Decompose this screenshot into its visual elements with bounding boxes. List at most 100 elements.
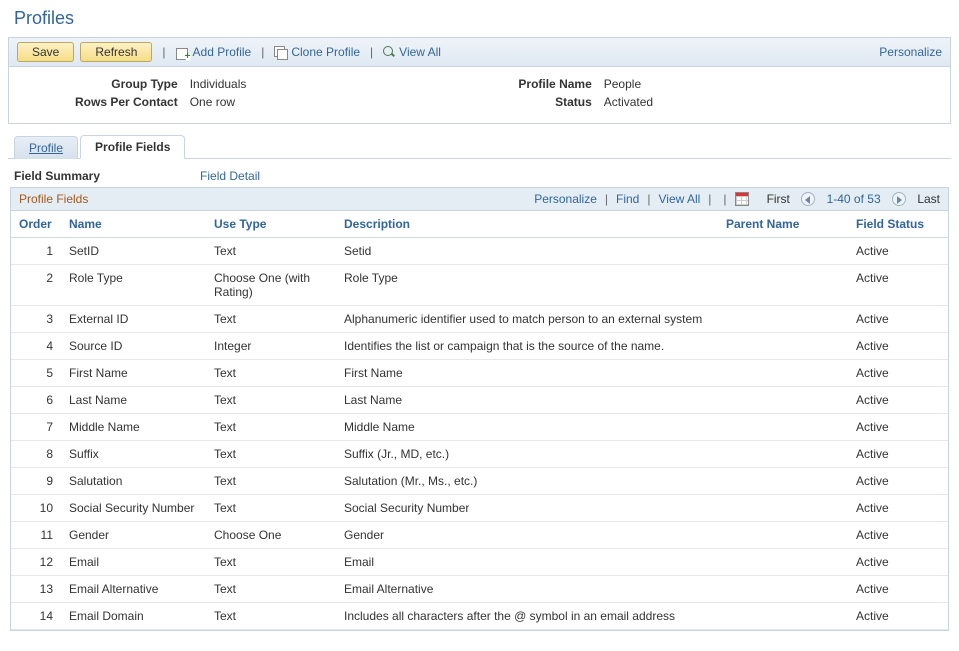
cell-parent-name [718,495,848,522]
cell-name[interactable]: Email [61,549,206,576]
save-button[interactable]: Save [17,42,74,62]
col-order-header[interactable]: Order [11,211,61,238]
cell-name[interactable]: Middle Name [61,414,206,441]
cell-name[interactable]: Last Name [61,387,206,414]
table-row: 2Role TypeChoose One (with Rating)Role T… [11,265,948,306]
grid-first-link[interactable]: First [767,192,790,206]
cell-parent-name [718,522,848,549]
col-parent-name-header[interactable]: Parent Name [718,211,848,238]
col-description-header[interactable]: Description [336,211,718,238]
cell-description: Setid [336,238,718,265]
cell-description: Social Security Number [336,495,718,522]
cell-name[interactable]: External ID [61,306,206,333]
prev-page-icon[interactable] [801,192,815,206]
cell-parent-name [718,549,848,576]
grid-range[interactable]: 1-40 of 53 [827,192,881,206]
add-icon [176,46,189,59]
grid-scroll-area[interactable]: Order Name Use Type Description Parent N… [11,211,948,630]
col-field-status-header[interactable]: Field Status [848,211,948,238]
clone-profile-link[interactable]: Clone Profile [274,45,360,59]
cell-field-status: Active [848,549,948,576]
separator: | [366,45,377,59]
cell-field-status: Active [848,306,948,333]
cell-order: 10 [11,495,61,522]
tab-profile-fields[interactable]: Profile Fields [80,135,185,159]
cell-name[interactable]: First Name [61,360,206,387]
cell-use-type: Integer [206,333,336,360]
group-type-label: Group Type [69,75,184,93]
cell-parent-name [718,468,848,495]
cell-use-type: Text [206,238,336,265]
cell-use-type: Text [206,603,336,630]
grid-find-link[interactable]: Find [616,192,639,206]
cell-field-status: Active [848,522,948,549]
field-detail-tab[interactable]: Field Detail [200,169,260,183]
table-header-row: Order Name Use Type Description Parent N… [11,211,948,238]
cell-use-type: Text [206,576,336,603]
cell-description: Email [336,549,718,576]
personalize-link[interactable]: Personalize [879,45,942,59]
cell-description: Last Name [336,387,718,414]
group-type-value: Individuals [184,75,253,93]
cell-use-type: Choose One (with Rating) [206,265,336,306]
view-all-label: View All [399,45,441,59]
table-row: 11GenderChoose OneGenderActive [11,522,948,549]
table-row: 1SetIDTextSetidActive [11,238,948,265]
grid-view-all-link[interactable]: View All [658,192,700,206]
col-name-header[interactable]: Name [61,211,206,238]
grid-last-link[interactable]: Last [917,192,940,206]
cell-use-type: Text [206,360,336,387]
cell-name[interactable]: Social Security Number [61,495,206,522]
next-page-icon[interactable] [892,192,906,206]
table-row: 3External IDTextAlphanumeric identifier … [11,306,948,333]
table-row: 9SalutationTextSalutation (Mr., Ms., etc… [11,468,948,495]
cell-use-type: Text [206,414,336,441]
cell-field-status: Active [848,360,948,387]
table-row: 14Email DomainTextIncludes all character… [11,603,948,630]
table-row: 13Email AlternativeTextEmail Alternative… [11,576,948,603]
grid-personalize-link[interactable]: Personalize [534,192,597,206]
search-icon [383,46,395,58]
cell-order: 5 [11,360,61,387]
cell-name[interactable]: Role Type [61,265,206,306]
table-row: 10Social Security NumberTextSocial Secur… [11,495,948,522]
cell-description: Includes all characters after the @ symb… [336,603,718,630]
cell-description: Email Alternative [336,576,718,603]
clone-profile-label: Clone Profile [291,45,360,59]
add-profile-link[interactable]: Add Profile [176,45,252,59]
cell-name[interactable]: SetID [61,238,206,265]
cell-order: 3 [11,306,61,333]
toolbar: Save Refresh | Add Profile | Clone Profi… [9,38,950,67]
cell-parent-name [718,603,848,630]
table-row: 7Middle NameTextMiddle NameActive [11,414,948,441]
tabs: Profile Profile Fields [8,134,951,159]
col-use-type-header[interactable]: Use Type [206,211,336,238]
cell-name[interactable]: Email Alternative [61,576,206,603]
download-icon[interactable] [735,192,749,206]
cell-use-type: Text [206,441,336,468]
cell-field-status: Active [848,414,948,441]
cell-order: 11 [11,522,61,549]
cell-name[interactable]: Email Domain [61,603,206,630]
refresh-button[interactable]: Refresh [80,42,152,62]
cell-name[interactable]: Suffix [61,441,206,468]
cell-name[interactable]: Source ID [61,333,206,360]
view-all-link[interactable]: View All [383,45,441,59]
cell-field-status: Active [848,576,948,603]
cell-field-status: Active [848,238,948,265]
cell-field-status: Active [848,265,948,306]
cell-description: Middle Name [336,414,718,441]
cell-name[interactable]: Gender [61,522,206,549]
field-summary-tab[interactable]: Field Summary [14,169,100,183]
grid-container: Profile Fields Personalize | Find | View… [10,187,949,631]
cell-description: Alphanumeric identifier used to match pe… [336,306,718,333]
cell-order: 12 [11,549,61,576]
table-row: 8SuffixTextSuffix (Jr., MD, etc.)Active [11,441,948,468]
cell-parent-name [718,238,848,265]
add-profile-label: Add Profile [193,45,252,59]
cell-parent-name [718,441,848,468]
cell-use-type: Text [206,468,336,495]
cell-use-type: Text [206,549,336,576]
cell-name[interactable]: Salutation [61,468,206,495]
tab-profile[interactable]: Profile [14,136,78,159]
